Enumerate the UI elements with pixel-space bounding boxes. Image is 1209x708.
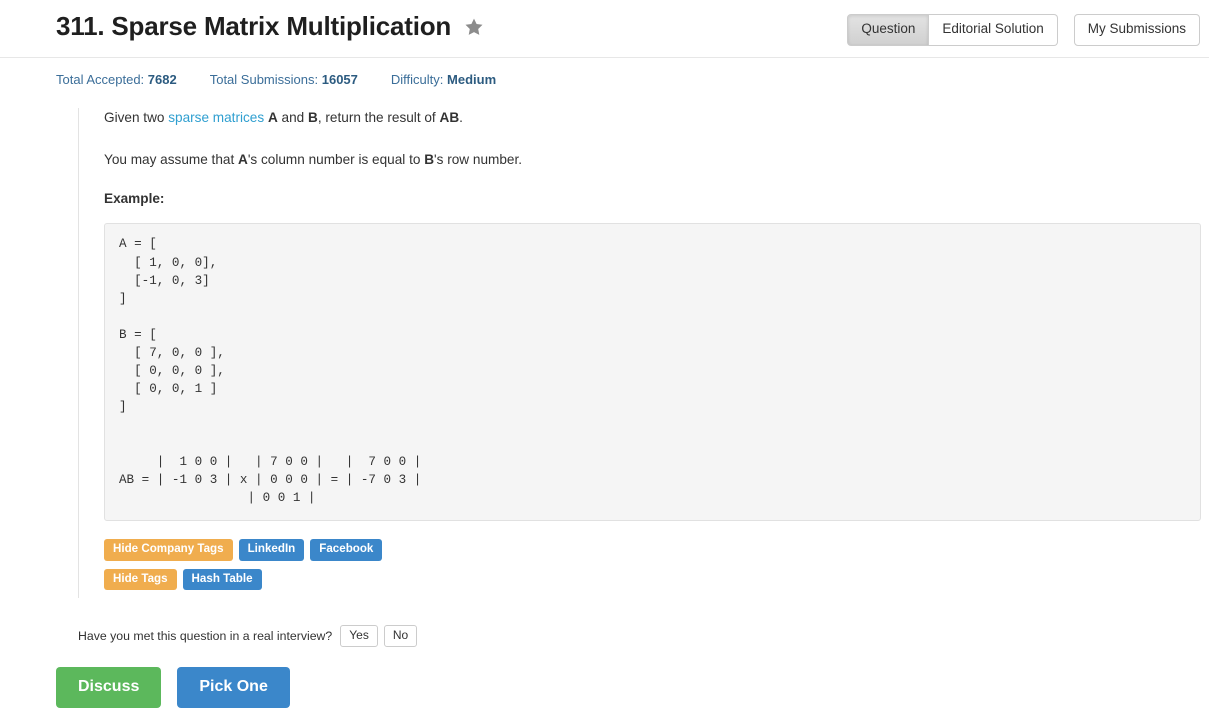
stat-difficulty-label: Difficulty:	[390, 72, 444, 87]
problem-stats: Total Accepted: 7682 Total Submissions: …	[0, 58, 1209, 87]
sparse-matrices-link[interactable]: sparse matrices	[168, 110, 264, 125]
company-tag-facebook[interactable]: Facebook	[310, 538, 383, 561]
topic-tag-hash-table[interactable]: Hash Table	[182, 568, 262, 591]
desc-p1-mid3: , return the result of	[317, 110, 440, 125]
discuss-button[interactable]: Discuss	[56, 667, 162, 708]
desc-p1-end: .	[459, 110, 463, 125]
company-tags-row: Hide Company Tags LinkedIn Facebook	[104, 538, 1184, 561]
interview-question-text: Have you met this question in a real int…	[78, 629, 333, 644]
stat-total-submissions-value: 16057	[321, 72, 358, 87]
tab-question[interactable]: Question	[847, 14, 930, 46]
desc-p2-bold-b: B	[424, 151, 435, 167]
interview-question-row: Have you met this question in a real int…	[78, 625, 1209, 648]
interview-no-button[interactable]: No	[383, 625, 418, 648]
tag-section: Hide Company Tags LinkedIn Facebook Hide…	[104, 538, 1184, 591]
stat-total-accepted-label: Total Accepted:	[56, 72, 145, 87]
desc-p2-bold-a: A	[238, 151, 248, 167]
header-buttons: Question Editorial Solution My Submissio…	[847, 14, 1200, 46]
topic-tags-row: Hide Tags Hash Table	[104, 568, 1184, 591]
question-tabs: Question Editorial Solution	[847, 14, 1058, 46]
stat-difficulty-value: Medium	[447, 72, 497, 87]
hide-company-tags-button[interactable]: Hide Company Tags	[104, 538, 233, 561]
tab-editorial-solution[interactable]: Editorial Solution	[929, 14, 1058, 46]
stat-difficulty: Difficulty: Medium	[391, 72, 496, 87]
my-submissions-button[interactable]: My Submissions	[1073, 14, 1200, 46]
pick-one-button[interactable]: Pick One	[177, 667, 290, 708]
stat-total-submissions-label: Total Submissions:	[209, 72, 319, 87]
desc-p1-pre: Given two	[104, 110, 169, 125]
desc-p1-mid2: and	[277, 110, 309, 125]
desc-p1-bold-b: B	[308, 110, 318, 125]
question-content: Given two sparse matrices A and B, retur…	[78, 108, 1201, 598]
footer-actions: Discuss Pick One	[56, 667, 1209, 708]
page-header: 311. Sparse Matrix Multiplication Questi…	[0, 0, 1209, 58]
interview-yes-button[interactable]: Yes	[340, 625, 378, 648]
example-label: Example:	[104, 191, 165, 207]
stat-total-submissions: Total Submissions: 16057	[210, 72, 358, 87]
desc-p2-end: 's row number.	[434, 151, 523, 167]
page-title: 311. Sparse Matrix Multiplication	[56, 11, 452, 41]
description-paragraph-1: Given two sparse matrices A and B, retur…	[104, 108, 1184, 128]
stat-total-accepted: Total Accepted: 7682	[56, 72, 177, 87]
company-tag-linkedin[interactable]: LinkedIn	[238, 538, 305, 561]
desc-p1-bold-a: A	[267, 110, 278, 125]
star-icon[interactable]	[464, 17, 484, 37]
example-code-block: A = [ [ 1, 0, 0], [-1, 0, 3] ] B = [ [ 7…	[104, 223, 1201, 521]
desc-p2-pre: You may assume that	[104, 151, 238, 167]
desc-p1-bold-ab: AB	[439, 110, 460, 125]
hide-tags-button[interactable]: Hide Tags	[104, 568, 177, 591]
stat-total-accepted-value: 7682	[147, 72, 177, 87]
desc-p2-mid: 's column number is equal to	[247, 151, 425, 167]
description-paragraph-2: You may assume that A's column number is…	[104, 150, 1184, 170]
